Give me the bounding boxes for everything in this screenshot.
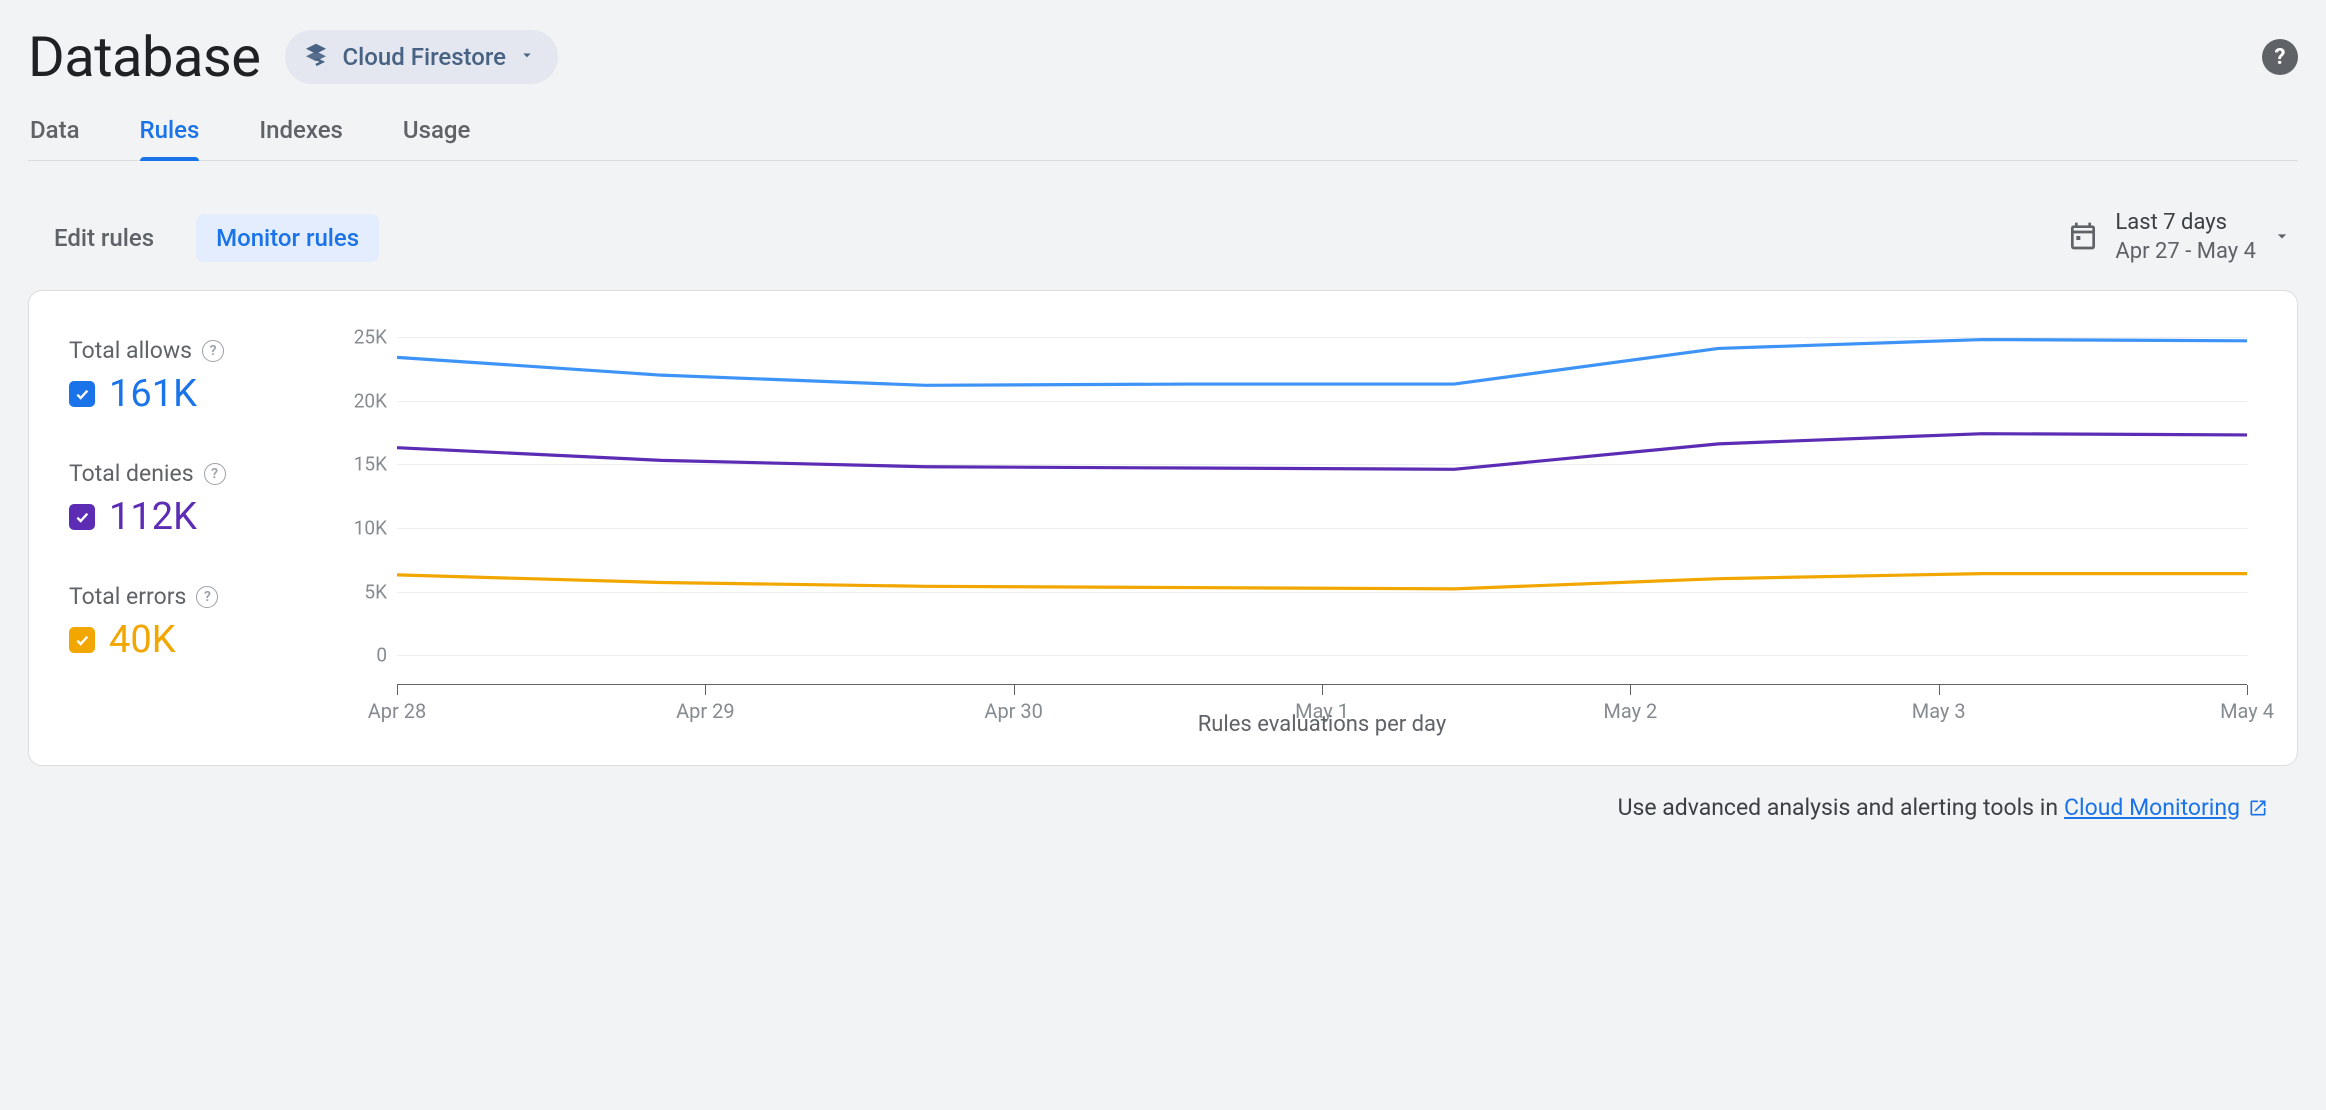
chart-card: Total allows ? 161K Total denies ?	[28, 290, 2298, 766]
date-range-text: Last 7 days Apr 27 - May 4	[2115, 209, 2256, 266]
info-icon[interactable]: ?	[204, 463, 226, 485]
chart-y-tick: 5K	[364, 580, 387, 603]
date-range-value: Apr 27 - May 4	[2115, 238, 2256, 267]
chart-y-tick: 25K	[354, 326, 387, 349]
chart-x-tick-mark	[1630, 685, 1631, 695]
chart-series	[397, 337, 2247, 655]
legend-label: Total denies	[69, 460, 194, 487]
legend-checkbox-allows[interactable]	[69, 381, 95, 407]
database-selector-label: Cloud Firestore	[343, 43, 507, 71]
chart-x-axis: Apr 28Apr 29Apr 30May 1May 2May 3May 4	[397, 684, 2247, 685]
chart-x-tick-mark	[1014, 685, 1015, 695]
header-row: Database Cloud Firestore ?	[28, 16, 2298, 108]
legend-checkbox-denies[interactable]	[69, 504, 95, 530]
chart-y-tick: 15K	[354, 453, 387, 476]
subtab-edit-rules[interactable]: Edit rules	[34, 214, 174, 262]
subheader: Edit rules Monitor rules Last 7 days Apr…	[28, 161, 2298, 290]
legend-label: Total errors	[69, 583, 186, 610]
chart-y-tick: 20K	[354, 389, 387, 412]
footer-row: Use advanced analysis and alerting tools…	[28, 766, 2298, 821]
chart-y-tick: 0	[376, 644, 387, 667]
chart-legend: Total allows ? 161K Total denies ?	[69, 337, 289, 737]
legend-item-errors: Total errors ? 40K	[69, 583, 289, 662]
firestore-icon	[301, 40, 331, 74]
legend-item-denies: Total denies ? 112K	[69, 460, 289, 539]
legend-item-allows: Total allows ? 161K	[69, 337, 289, 416]
page-title: Database	[28, 24, 261, 90]
tab-rules[interactable]: Rules	[140, 108, 200, 160]
legend-value: 40K	[109, 618, 176, 662]
chart-x-axis-label: Rules evaluations per day	[397, 712, 2247, 737]
chart-gridline	[397, 655, 2247, 656]
help-icon[interactable]: ?	[2262, 39, 2298, 75]
footer-text: Use advanced analysis and alerting tools…	[1618, 794, 2058, 821]
tab-usage[interactable]: Usage	[403, 108, 470, 160]
date-range-label: Last 7 days	[2115, 209, 2256, 238]
legend-value: 112K	[109, 495, 197, 539]
chart-x-tick-mark	[1322, 685, 1323, 695]
chart-x-tick-mark	[2247, 685, 2248, 695]
chart-x-tick-mark	[1939, 685, 1940, 695]
chart-plot: 05K10K15K20K25K	[397, 337, 2247, 655]
chevron-down-icon	[2272, 226, 2292, 250]
main-tabs: Data Rules Indexes Usage	[28, 108, 2298, 161]
chart-y-tick: 10K	[354, 516, 387, 539]
subtab-monitor-rules[interactable]: Monitor rules	[196, 214, 379, 262]
tab-indexes[interactable]: Indexes	[259, 108, 343, 160]
info-icon[interactable]: ?	[196, 586, 218, 608]
chart-x-tick-mark	[397, 685, 398, 695]
legend-label: Total allows	[69, 337, 192, 364]
external-link-icon	[2248, 798, 2268, 818]
footer-link-label: Cloud Monitoring	[2064, 794, 2240, 821]
chart-area: 05K10K15K20K25K Apr 28Apr 29Apr 30May 1M…	[319, 337, 2257, 737]
info-icon[interactable]: ?	[202, 340, 224, 362]
chevron-down-icon	[518, 46, 536, 68]
chart-x-tick-mark	[705, 685, 706, 695]
legend-value: 161K	[109, 372, 197, 416]
cloud-monitoring-link[interactable]: Cloud Monitoring	[2064, 794, 2268, 821]
tab-data[interactable]: Data	[30, 108, 80, 160]
sub-tabs: Edit rules Monitor rules	[34, 214, 379, 262]
date-range-picker[interactable]: Last 7 days Apr 27 - May 4	[2067, 209, 2292, 266]
calendar-icon	[2067, 220, 2099, 256]
database-selector[interactable]: Cloud Firestore	[285, 30, 559, 84]
legend-checkbox-errors[interactable]	[69, 627, 95, 653]
